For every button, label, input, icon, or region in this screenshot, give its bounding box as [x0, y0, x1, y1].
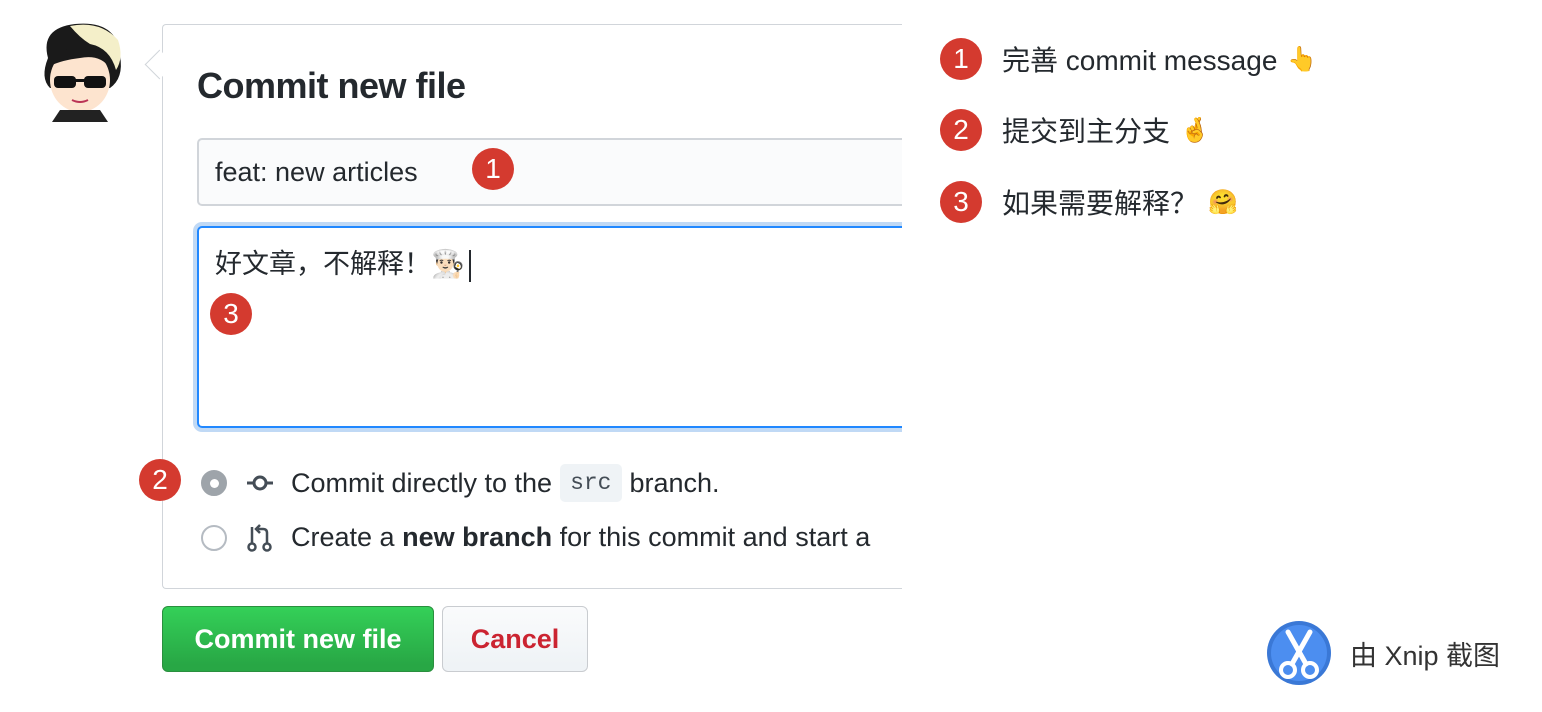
annotation-item: 3 如果需要解释？ 🤗	[940, 181, 1238, 223]
annotation-number: 1	[940, 38, 982, 80]
annotation-text: 如果需要解释？	[1002, 188, 1199, 219]
option-commit-direct[interactable]: Commit directly to the src branch.	[201, 464, 720, 502]
annotation-number: 3	[940, 181, 982, 223]
git-pull-request-icon	[247, 523, 272, 552]
annotation-item: 1 完善 commit message 👆	[940, 38, 1317, 80]
watermark-text: 由 Xnip 截图	[1350, 640, 1501, 671]
marker-3: 3	[210, 293, 252, 335]
hugging-face-icon: 🤗	[1208, 188, 1238, 216]
description-text: 好文章，不解释！👨🏻‍🍳	[215, 249, 465, 279]
option-new-suffix: for this commit and start a	[559, 522, 871, 552]
radio-commit-direct[interactable]	[201, 470, 227, 496]
commit-new-file-button[interactable]: Commit new file	[162, 606, 434, 672]
annotation-item: 2 提交到主分支 🤞	[940, 109, 1210, 151]
pointing-up-icon: 👆	[1287, 45, 1318, 73]
option-new-bold: new branch	[402, 522, 553, 552]
commit-description-textarea[interactable]: 好文章，不解释！👨🏻‍🍳	[197, 226, 902, 428]
text-cursor	[468, 249, 471, 282]
scissors-icon	[1267, 621, 1331, 685]
option-new-prefix: Create a	[291, 522, 395, 552]
user-avatar	[44, 23, 121, 122]
annotation-text: 提交到主分支	[1002, 116, 1171, 147]
option-direct-suffix: branch.	[629, 467, 720, 498]
option-direct-prefix: Commit directly to the	[291, 467, 553, 498]
branch-name: src	[560, 464, 622, 502]
annotation-number: 2	[940, 109, 982, 151]
cancel-button[interactable]: Cancel	[442, 606, 588, 672]
commit-summary-input[interactable]	[197, 138, 902, 206]
commit-panel: Commit new file 好文章，不解释！👨🏻‍🍳 Commit dire…	[162, 24, 902, 589]
marker-1: 1	[472, 148, 514, 190]
crossed-fingers-icon: 🤞	[1180, 116, 1210, 144]
git-commit-icon	[247, 475, 273, 491]
panel-title: Commit new file	[197, 65, 466, 106]
option-new-branch[interactable]: Create a new branch for this commit and …	[201, 522, 870, 553]
radio-new-branch[interactable]	[201, 524, 227, 551]
marker-2: 2	[139, 459, 181, 501]
annotation-text: 完善 commit message	[1002, 45, 1278, 76]
xnip-watermark: 由 Xnip 截图	[1266, 620, 1500, 686]
